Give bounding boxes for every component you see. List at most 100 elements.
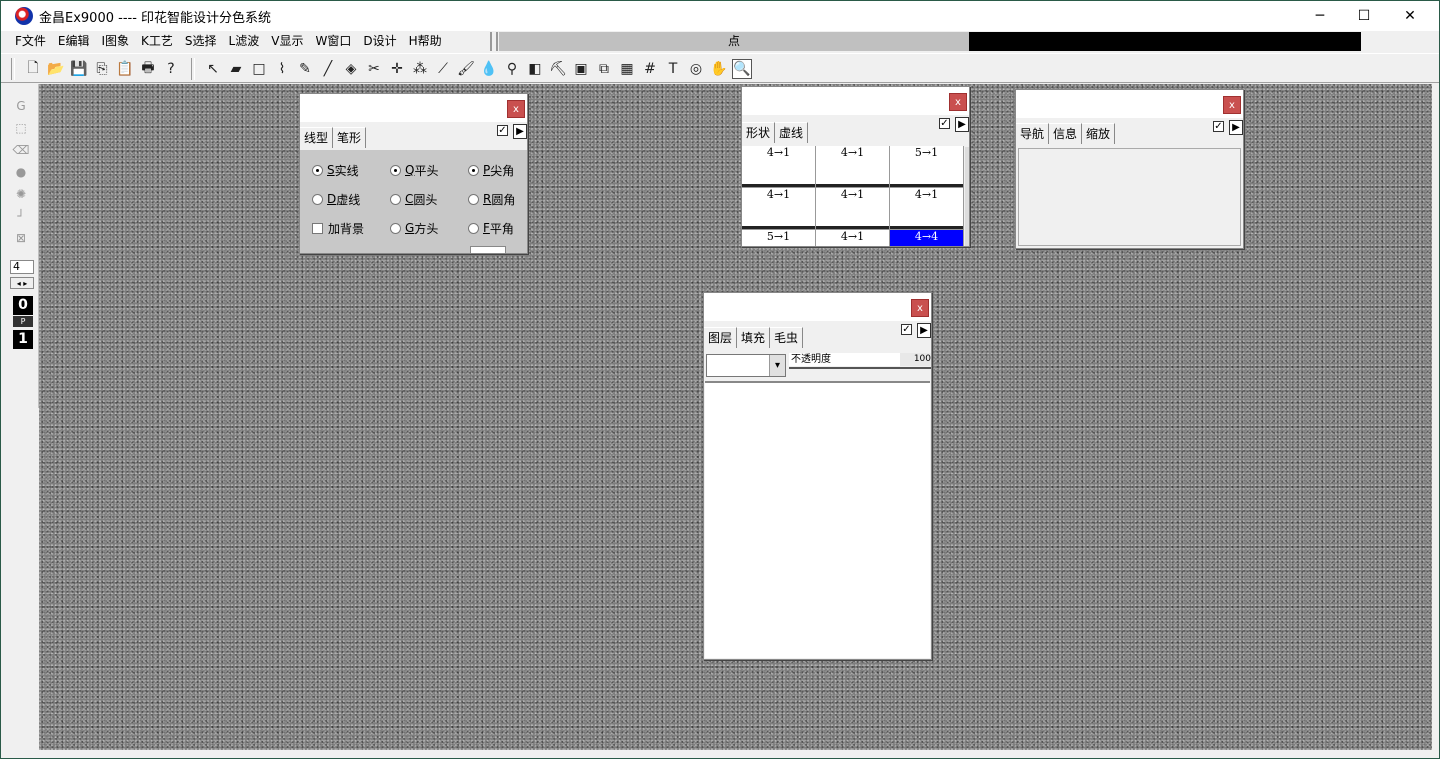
window-icon[interactable]: ⧉ xyxy=(594,59,614,79)
blend-mode-select[interactable]: ▾ xyxy=(706,354,786,377)
toolbar-grip[interactable] xyxy=(490,32,498,51)
menu-help[interactable]: H帮助 xyxy=(403,31,448,52)
menu-select[interactable]: S选择 xyxy=(179,31,223,52)
chevron-down-icon[interactable]: ▾ xyxy=(769,355,785,376)
select-arrow-icon[interactable]: ↖ xyxy=(203,59,223,79)
layer-list[interactable] xyxy=(705,381,930,658)
line-option[interactable]: 加背景 xyxy=(312,217,364,239)
shape-cell[interactable]: 5→1 xyxy=(742,230,816,246)
line-width-field[interactable] xyxy=(470,246,506,253)
grid-icon[interactable]: # xyxy=(640,59,660,79)
shape-cell[interactable]: 4→1 xyxy=(816,146,890,188)
pattern-icon[interactable]: ▦ xyxy=(617,59,637,79)
panel-checkbox[interactable]: ✓ xyxy=(1213,121,1224,132)
color-pick-icon[interactable]: ✛ xyxy=(387,59,407,79)
panel-play-button[interactable]: ▶ xyxy=(1229,120,1243,135)
panel-close-button[interactable]: x xyxy=(507,100,525,118)
line-option[interactable]: R 圆角 xyxy=(468,188,515,210)
tab-caterpillar[interactable]: 毛虫 xyxy=(770,327,804,348)
stamp-icon[interactable]: ⛏ xyxy=(548,59,568,79)
tab-navigation[interactable]: 导航 xyxy=(1016,123,1050,144)
background-color-index[interactable]: 1 xyxy=(13,330,33,349)
menu-edit[interactable]: E编辑 xyxy=(52,31,96,52)
new-file-icon[interactable]: 🗋 xyxy=(23,59,43,79)
swap-color-label[interactable]: P xyxy=(13,316,33,327)
panel-close-button[interactable]: x xyxy=(949,93,967,111)
gradient-icon[interactable]: ◧ xyxy=(525,59,545,79)
shape-cell[interactable]: 4→1 xyxy=(816,188,890,230)
shape-scrollbar[interactable] xyxy=(965,147,969,246)
tab-pen-shape[interactable]: 笔形 xyxy=(333,127,367,148)
tab-shape[interactable]: 形状 xyxy=(742,122,776,143)
line-option[interactable]: G 方头 xyxy=(390,217,438,239)
size-spin-arrows[interactable]: ◂ ▸ xyxy=(10,277,34,289)
text-icon[interactable]: T xyxy=(663,59,683,79)
eyedropper-icon[interactable]: ⟋ xyxy=(433,59,453,79)
radio-icon[interactable] xyxy=(390,193,401,205)
radio-icon[interactable] xyxy=(312,193,323,205)
radio-icon[interactable] xyxy=(468,164,479,176)
eraser-tool-icon[interactable]: ⌫ xyxy=(11,140,31,160)
panel-play-button[interactable]: ▶ xyxy=(917,323,931,338)
line-option[interactable]: D 虚线 xyxy=(312,188,360,210)
save-icon[interactable]: 💾 xyxy=(69,59,89,79)
line-option[interactable]: Q 平头 xyxy=(390,159,438,181)
line-option[interactable]: C 圆头 xyxy=(390,188,437,210)
swirl-icon[interactable]: ◎ xyxy=(686,59,706,79)
menu-design[interactable]: D设计 xyxy=(357,31,402,52)
menu-filter[interactable]: L滤波 xyxy=(223,31,266,52)
shape-cell[interactable]: 5→1 xyxy=(890,146,964,188)
help-icon[interactable]: ? xyxy=(161,59,181,79)
sparkle-icon[interactable]: ✺ xyxy=(11,184,31,204)
radio-icon[interactable] xyxy=(468,193,479,205)
shape-cell[interactable]: 4→1 xyxy=(742,188,816,230)
panel-close-button[interactable]: x xyxy=(1223,96,1241,114)
radio-icon[interactable] xyxy=(390,164,401,176)
foreground-color-index[interactable]: 0 xyxy=(13,296,33,315)
print-icon[interactable]: 🖶 xyxy=(138,59,158,79)
menu-craft[interactable]: K工艺 xyxy=(135,31,179,52)
minimize-button[interactable]: ─ xyxy=(1297,1,1343,31)
lasso-icon[interactable]: ⌇ xyxy=(272,59,292,79)
radio-icon[interactable] xyxy=(468,222,479,234)
line-option[interactable]: F 平角 xyxy=(468,217,514,239)
checkbox-icon[interactable] xyxy=(312,222,323,234)
line-option[interactable]: P 尖角 xyxy=(468,159,514,181)
menu-view[interactable]: V显示 xyxy=(265,31,309,52)
frame-icon[interactable]: ▣ xyxy=(571,59,591,79)
brush-icon[interactable]: 🖌 xyxy=(456,59,476,79)
panel-checkbox[interactable]: ✓ xyxy=(497,125,508,136)
panel-play-button[interactable]: ▶ xyxy=(513,124,527,139)
spray-icon[interactable]: ⁂ xyxy=(410,59,430,79)
tab-line-type[interactable]: 线型 xyxy=(300,127,334,148)
brush-size-field[interactable]: 4 xyxy=(10,260,34,274)
magnify-small-icon[interactable]: ⚲ xyxy=(502,59,522,79)
menu-file[interactable]: F文件 xyxy=(9,31,52,52)
tab-info[interactable]: 信息 xyxy=(1049,123,1083,144)
line-option[interactable]: S 实线 xyxy=(312,159,359,181)
radio-icon[interactable] xyxy=(312,164,323,176)
scissors-icon[interactable]: ✂ xyxy=(364,59,384,79)
corner-icon[interactable]: ┘ xyxy=(11,206,31,226)
blob-icon[interactable]: ● xyxy=(11,162,31,182)
opacity-value[interactable]: 100 xyxy=(900,353,931,366)
panel-close-button[interactable]: x xyxy=(911,299,929,317)
line-icon[interactable]: ╱ xyxy=(318,59,338,79)
opacity-slider[interactable] xyxy=(789,367,931,369)
pen-icon[interactable]: ✎ xyxy=(295,59,315,79)
tab-zoom[interactable]: 缩放 xyxy=(1082,123,1116,144)
shape-cell[interactable]: 4→1 xyxy=(890,188,964,230)
tab-dashed[interactable]: 虚线 xyxy=(775,122,809,143)
maximize-button[interactable]: ☐ xyxy=(1341,1,1387,31)
rectangle-icon[interactable]: □ xyxy=(249,59,269,79)
shape-cell[interactable]: 4→1 xyxy=(742,146,816,188)
menu-image[interactable]: I图象 xyxy=(96,31,136,52)
fill-bucket-icon[interactable]: ◈ xyxy=(341,59,361,79)
zoom-icon[interactable]: 🔍 xyxy=(732,59,752,79)
crop-icon[interactable]: ⊠ xyxy=(11,228,31,248)
copy-icon[interactable]: ⎘ xyxy=(92,59,112,79)
g-tool-icon[interactable]: G xyxy=(11,96,31,116)
tab-layers[interactable]: 图层 xyxy=(704,327,738,348)
radio-icon[interactable] xyxy=(390,222,401,234)
water-drop-icon[interactable]: 💧 xyxy=(479,59,499,79)
